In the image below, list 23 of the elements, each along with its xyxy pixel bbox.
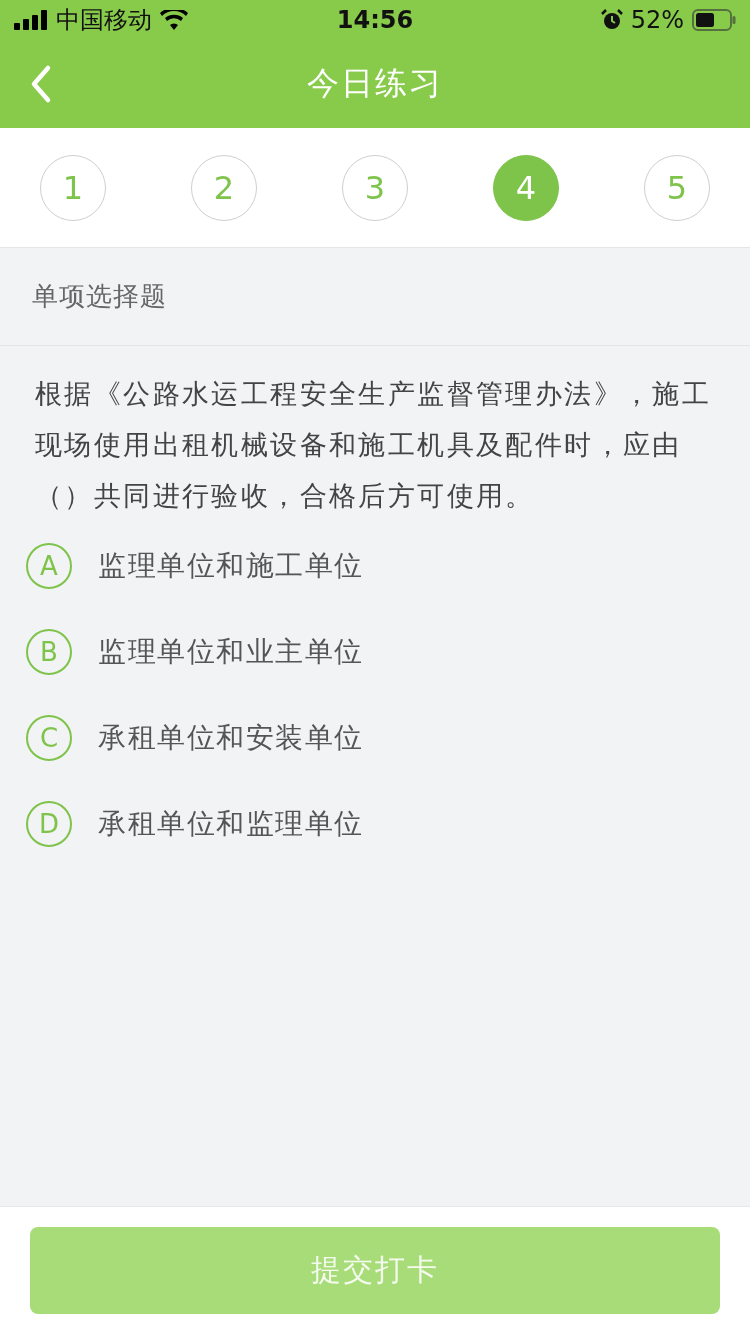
question-number-tab[interactable]: 3 — [342, 154, 408, 221]
battery-icon — [692, 9, 736, 31]
question-type: 单项选择题 — [32, 280, 167, 313]
battery-percent: 52% — [630, 6, 684, 34]
option-letter-radio[interactable]: D — [26, 801, 72, 847]
option-text[interactable]: 监理单位和施工单位 — [98, 547, 364, 585]
option-letter-radio[interactable]: A — [26, 543, 72, 589]
question-number-tab[interactable]: 1 — [40, 154, 106, 221]
question-number-tab[interactable]: 5 — [644, 154, 710, 221]
wifi-icon — [160, 10, 188, 30]
option-text[interactable]: 监理单位和业主单位 — [98, 633, 364, 671]
page-title: 今日练习 — [307, 63, 443, 104]
option-text[interactable]: 承租单位和监理单位 — [98, 805, 364, 843]
signal-icon — [14, 10, 48, 30]
option-letter-radio[interactable]: B — [26, 629, 72, 675]
carrier-name: 中国移动 — [56, 5, 152, 36]
alarm-icon — [600, 9, 623, 31]
question-number-tab[interactable]: 2 — [191, 154, 257, 221]
option-text[interactable]: 承租单位和安装单位 — [98, 719, 364, 757]
clock-time: 14:56 — [336, 6, 414, 34]
question-text: 根据《公路水运工程安全生产监督管理办法》，施工现场使用出租机械设备和施工机具及配件时，应由（）共同进行验收，合格后方可使用。 — [35, 377, 713, 513]
option-letter-radio[interactable]: C — [26, 715, 72, 761]
question-number-tab[interactable]: 4 — [493, 154, 559, 221]
